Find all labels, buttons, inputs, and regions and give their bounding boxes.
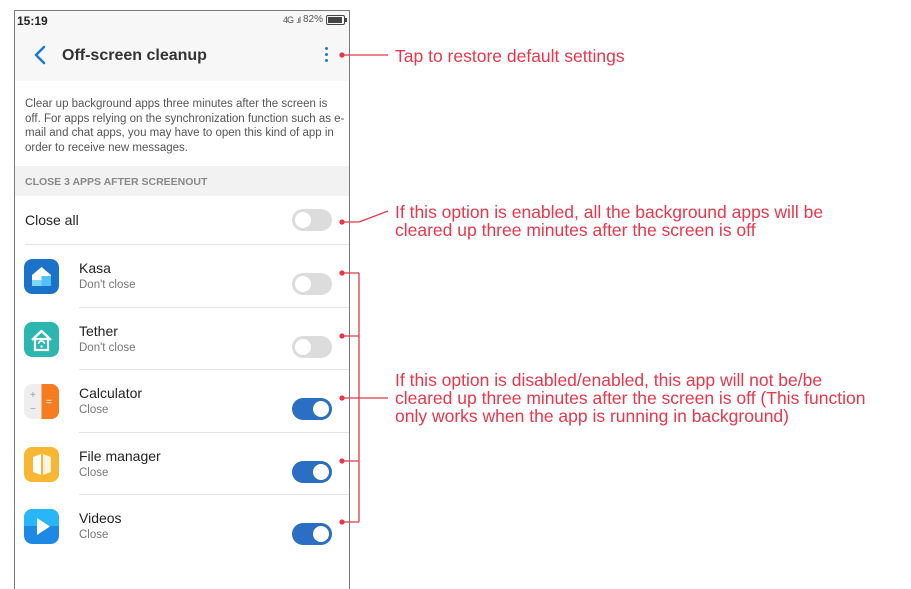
tether-icon xyxy=(24,322,59,357)
app-name: Videos xyxy=(79,510,122,526)
annotation-close-all-line1: If this option is enabled, all the backg… xyxy=(395,202,824,222)
more-options-icon[interactable] xyxy=(321,44,331,68)
app-row-kasa[interactable]: Kasa Don't close xyxy=(15,245,349,307)
tether-toggle[interactable] xyxy=(292,336,332,358)
section-header: CLOSE 3 APPS AFTER SCREENOUT xyxy=(15,166,349,196)
status-indicators: 4G .ıl 82% xyxy=(282,14,347,25)
app-row-calculator[interactable]: + − = Calculator Close xyxy=(15,370,349,432)
back-arrow-icon[interactable] xyxy=(29,43,53,67)
app-name: Kasa xyxy=(79,260,111,276)
app-status: Don't close xyxy=(79,279,136,291)
svg-text:−: − xyxy=(30,404,36,415)
annotation-apps-line1: If this option is disabled/enabled, this… xyxy=(395,370,823,390)
description-text: Clear up background apps three minutes a… xyxy=(25,98,345,154)
app-row-videos[interactable]: Videos Close xyxy=(15,495,349,557)
svg-text:=: = xyxy=(46,397,52,408)
svg-text:+: + xyxy=(30,390,36,401)
app-status: Close xyxy=(79,467,109,479)
app-status: Close xyxy=(79,404,109,416)
app-name: Tether xyxy=(79,323,118,339)
signal-icon: .ıl xyxy=(295,14,301,25)
app-status: Don't close xyxy=(79,342,136,354)
close-all-toggle[interactable] xyxy=(292,209,332,231)
annotation-apps-line3: only works when the app is running in ba… xyxy=(395,406,789,426)
app-bar: Off-screen cleanup xyxy=(15,31,349,81)
file-manager-toggle[interactable] xyxy=(292,461,332,483)
close-all-label: Close all xyxy=(25,212,79,228)
videos-icon xyxy=(24,509,59,544)
calculator-icon: + − = xyxy=(24,384,59,419)
app-name: Calculator xyxy=(79,385,143,401)
page-title: Off-screen cleanup xyxy=(62,47,207,64)
status-time: 15:19 xyxy=(17,14,48,28)
calculator-toggle[interactable] xyxy=(292,398,332,420)
file-manager-icon xyxy=(24,447,59,482)
app-row-file-manager[interactable]: File manager Close xyxy=(15,433,349,495)
status-bar: 15:19 4G .ıl 82% xyxy=(15,11,349,31)
kasa-toggle[interactable] xyxy=(292,273,332,295)
annotation-close-all-line2: cleared up three minutes after the scree… xyxy=(395,220,756,240)
app-name: File manager xyxy=(79,448,161,464)
network-type: 4G xyxy=(282,14,294,25)
battery-percent: 82% xyxy=(302,14,323,25)
annotation-apps-line2: cleared up three minutes after the scree… xyxy=(395,388,866,408)
kasa-icon xyxy=(24,259,59,294)
phone-screen: 15:19 4G .ıl 82% Off-screen cleanup Clea… xyxy=(14,10,350,589)
battery-icon xyxy=(326,14,347,25)
annotation-menu: Tap to restore default settings xyxy=(395,46,625,66)
app-row-tether[interactable]: Tether Don't close xyxy=(15,308,349,370)
videos-toggle[interactable] xyxy=(292,523,332,545)
section-title: CLOSE 3 APPS AFTER SCREENOUT xyxy=(25,176,208,188)
app-status: Close xyxy=(79,529,109,541)
close-all-row[interactable]: Close all xyxy=(15,196,349,244)
